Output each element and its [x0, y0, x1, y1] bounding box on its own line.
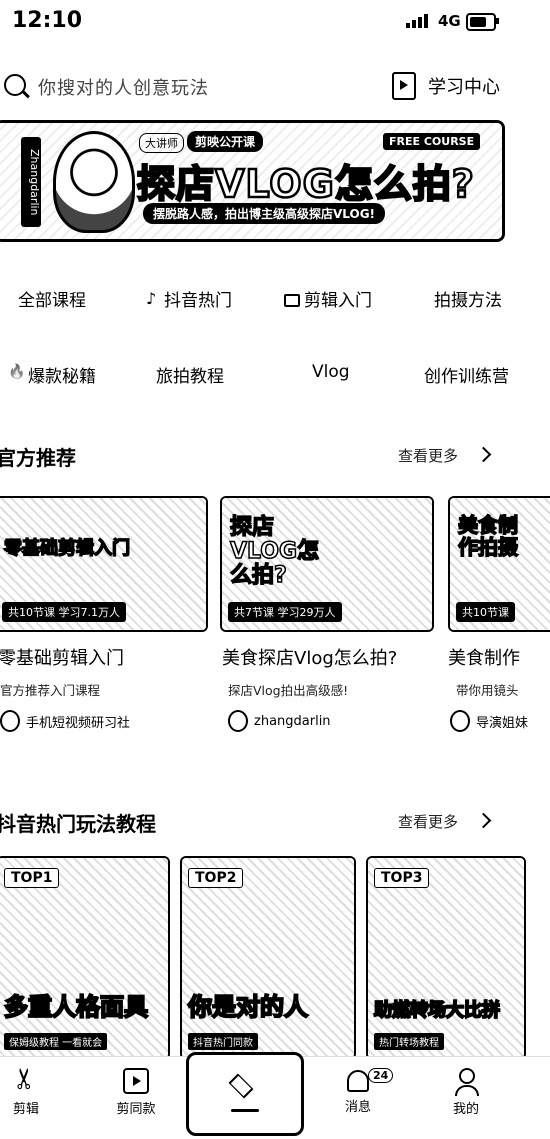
section-title-trending: 抖音热门玩法教程 [0, 812, 156, 836]
trending-more-link[interactable]: 查看更多 [398, 811, 458, 832]
clapperboard-icon [284, 294, 300, 307]
tab-edit[interactable]: 剪辑 [0, 1062, 66, 1117]
trending-card[interactable]: TOP3 助燃转场大比拼 热门转场教程 [366, 856, 526, 1060]
avatar [450, 710, 470, 732]
banner-free-course: FREE COURSE [383, 133, 481, 150]
category-label: Vlog [312, 362, 350, 382]
banner-portrait [53, 131, 135, 233]
scissors-icon [13, 1068, 39, 1094]
avatar [0, 710, 20, 732]
course-card-image[interactable]: 零基础剪辑入门 共10节课 学习7.1万人 [0, 496, 208, 632]
banner-course-tag: 剪映公开课 [187, 131, 264, 152]
author-name: zhangdarlin [254, 713, 331, 729]
category-label: 全部课程 [18, 291, 86, 311]
author-name: 导演姐妹 [476, 715, 529, 731]
tiktok-icon [146, 289, 160, 308]
rank-badge: TOP3 [374, 868, 430, 888]
card-stat: 共7节课 学习29万人 [228, 602, 342, 622]
card-subtitle: 官方推荐入门课程 [0, 683, 101, 698]
tab-learn[interactable] [186, 1052, 304, 1136]
chevron-right-icon[interactable] [475, 446, 492, 463]
active-indicator [231, 1109, 259, 1112]
battery-icon [466, 13, 496, 31]
trending-card[interactable]: TOP2 你是对的人 抖音热门同款 [180, 856, 356, 1060]
category-label: 拍摄方法 [434, 291, 502, 311]
tab-label: 剪同款 [116, 1102, 156, 1117]
person-icon [453, 1068, 479, 1096]
card-stat: 共10节课 [456, 602, 515, 622]
card-subtitle: 带你用镜头 [456, 683, 519, 698]
graduation-cap-icon [229, 1075, 255, 1093]
card-title[interactable]: 美食探店Vlog怎么拍? [222, 644, 432, 670]
card-stat: 共10节课 学习7.1万人 [2, 602, 126, 622]
category-label: 旅拍教程 [156, 367, 224, 387]
category-vlog[interactable]: Vlog [312, 362, 350, 382]
tab-templates[interactable]: 剪同款 [96, 1062, 176, 1117]
rank-badge: TOP1 [4, 868, 60, 888]
tab-label: 消息 [344, 1100, 371, 1115]
category-viral-tips[interactable]: 爆款秘籍 [10, 362, 96, 387]
tab-label: 剪辑 [12, 1102, 39, 1117]
category-label: 爆款秘籍 [28, 367, 96, 387]
course-card-image[interactable]: 探店VLOG怎么拍? 共7节课 学习29万人 [220, 496, 434, 632]
learn-center-label: 学习中心 [428, 77, 500, 98]
fire-icon [10, 368, 24, 382]
network-label: 4G [438, 12, 461, 30]
official-more-link[interactable]: 查看更多 [398, 445, 458, 466]
course-card-image[interactable]: 美食制作拍摄 共10节课 [448, 496, 550, 632]
card-author[interactable]: 手机短视频研习社 [0, 710, 210, 732]
card-title[interactable]: 美食制作 [448, 644, 550, 670]
author-name: 手机短视频研习社 [26, 715, 131, 731]
trending-caption: 助燃转场大比拼 [373, 999, 501, 1022]
signal-icon [406, 14, 428, 28]
banner-subtitle: 摆脱路人感，拍出博主级高级探店VLOG! [143, 203, 386, 224]
battery-tip [496, 18, 499, 24]
card-author[interactable]: zhangdarlin [228, 710, 428, 732]
avatar [228, 710, 248, 732]
chevron-right-icon[interactable] [475, 812, 492, 829]
search-input[interactable]: 你搜对的人创意玩法 [38, 74, 209, 100]
category-all-courses[interactable]: 全部课程 [18, 286, 86, 311]
category-shooting-methods[interactable]: 拍摄方法 [434, 286, 502, 311]
banner-title: 探店VLOG怎么拍? [136, 161, 475, 208]
trending-caption: 你是对的人 [187, 992, 309, 1022]
category-label: 抖音热门 [164, 291, 232, 311]
card-image-text: 零基础剪辑入门 [3, 537, 131, 560]
banner-tag: 大讲师 [139, 133, 184, 153]
banner-author: Zhangdarlin [21, 137, 41, 227]
category-editing-intro[interactable]: 剪辑入门 [284, 286, 372, 311]
bell-icon [347, 1070, 369, 1092]
card-title[interactable]: 零基础剪辑入门 [0, 644, 208, 670]
search-icon[interactable] [4, 74, 26, 96]
status-time: 12:10 [12, 8, 83, 33]
trending-subtitle: 抖音热门同款 [188, 1033, 258, 1050]
trending-subtitle: 保姆级教程 一看就会 [4, 1033, 108, 1050]
trending-caption: 多重人格面具 [3, 992, 149, 1022]
card-image-text: 探店VLOG怎么拍? [229, 515, 320, 589]
category-training-camp[interactable]: 创作训练营 [424, 362, 509, 387]
rank-badge: TOP2 [188, 868, 244, 888]
card-image-text: 美食制作拍摄 [457, 513, 519, 559]
tab-profile[interactable]: 我的 [426, 1062, 506, 1117]
message-count-badge: 24 [368, 1068, 394, 1083]
learn-center-icon [392, 72, 416, 100]
trending-subtitle: 热门转场教程 [374, 1033, 444, 1050]
card-author[interactable]: 导演姐妹 [450, 710, 550, 732]
learn-center-button[interactable]: 学习中心 [392, 68, 522, 104]
category-label: 剪辑入门 [304, 291, 372, 311]
section-title-official: 官方推荐 [0, 446, 76, 470]
promo-banner[interactable]: Zhangdarlin 大讲师 剪映公开课 FREE COURSE 探店VLOG… [0, 120, 505, 242]
template-icon [123, 1068, 149, 1094]
category-douyin-hot[interactable]: 抖音热门 [146, 286, 232, 312]
card-subtitle: 探店Vlog拍出高级感! [228, 683, 349, 698]
tab-label: 我的 [452, 1102, 479, 1117]
trending-card[interactable]: TOP1 多重人格面具 保姆级教程 一看就会 [0, 856, 170, 1060]
category-label: 创作训练营 [424, 367, 509, 387]
category-travel[interactable]: 旅拍教程 [156, 362, 224, 387]
